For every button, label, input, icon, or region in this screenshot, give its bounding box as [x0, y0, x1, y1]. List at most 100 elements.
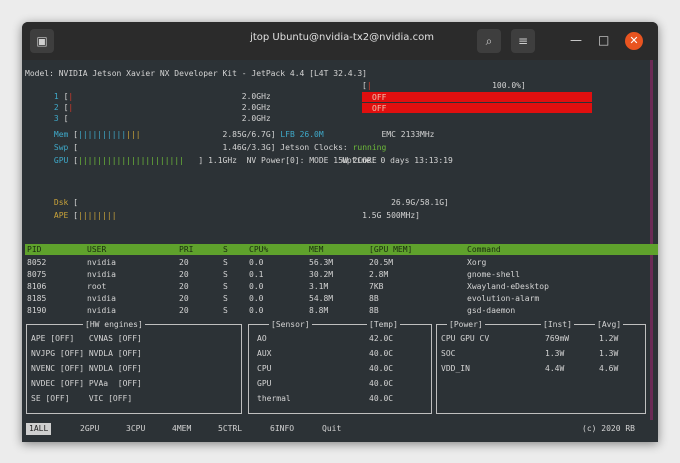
title-bar: ▣ jtop Ubuntu@nvidia-tx2@nvidia.com ⌕ ≡ …	[22, 22, 658, 60]
cell-s: S	[223, 282, 228, 291]
cell-gpu-mem: 7KB	[369, 282, 384, 291]
gpu-row: GPU [|||||||||||||||||||||| ] 1.1GHz NV …	[53, 156, 377, 165]
engine-name: NVENC	[31, 364, 56, 373]
cell-cpu: 0.0	[249, 258, 264, 267]
sensor-temp: 42.0C	[369, 334, 394, 343]
tab-ctrl[interactable]: 5CTRL	[218, 423, 242, 435]
tab-gpu[interactable]: 2GPU	[80, 423, 99, 435]
cell-pid: 8052	[27, 258, 47, 267]
mem-row: Mem [||||||||||||| 2.85G/6.7G] LFB 26.0M…	[53, 130, 435, 139]
cell-mem: 30.2M	[309, 270, 334, 279]
sensor-title: [Sensor]	[269, 319, 312, 330]
cell-pid: 8190	[27, 306, 47, 315]
sensor-name: CPU	[257, 364, 272, 373]
engine-name: NVDEC	[31, 379, 56, 388]
cell-gpu-mem: 20.5M	[369, 258, 394, 267]
engine-state: [OFF]	[59, 364, 85, 373]
sensor-temp: 40.0C	[369, 394, 394, 403]
tab-all[interactable]: 1ALL	[26, 423, 52, 435]
menu-icon[interactable]: ≡	[511, 29, 535, 53]
cell-s: S	[223, 270, 228, 279]
tab-info[interactable]: 6INFO	[270, 423, 294, 435]
close-icon[interactable]: ✕	[625, 32, 643, 50]
cell-cpu: 0.0	[249, 306, 264, 315]
cell-pri: 20	[179, 306, 189, 315]
engine-name: NVJPG	[31, 349, 56, 358]
col-cpu[interactable]: CPU%	[249, 244, 268, 255]
table-row[interactable]: 8190 nvidia 20 S 0.0 8.8M 8B gsd-daemon	[25, 305, 645, 316]
col-s[interactable]: S	[223, 244, 228, 255]
engine-name: PVAa	[88, 379, 109, 388]
sensor-name: thermal	[257, 394, 291, 403]
cell-mem: 54.8M	[309, 294, 334, 303]
engine-state: [OFF]	[117, 364, 142, 373]
cell-gpu-mem: 8B	[369, 306, 379, 315]
cell-cpu: 0.0	[249, 282, 264, 291]
window-title: jtop Ubuntu@nvidia-tx2@nvidia.com	[250, 32, 434, 43]
engine-name: CVNAS	[88, 334, 113, 343]
col-command[interactable]: Command	[467, 244, 501, 255]
sensor-panel: [Sensor] [Temp] AO 42.0C AUX 40.0C CPU 4…	[248, 319, 432, 414]
uptime: Uptime: 0 days 13:13:19	[342, 156, 453, 165]
avg-title: [Avg]	[595, 319, 624, 330]
search-icon[interactable]: ⌕	[477, 29, 501, 53]
power-inst: 1.3W	[545, 349, 565, 358]
gpu-freq: 1.1GHz	[208, 156, 237, 165]
table-row[interactable]: 8185 nvidia 20 S 0.0 54.8M 8B evolution-…	[25, 293, 645, 304]
cell-command: gnome-shell	[467, 270, 520, 279]
power-rail-name: CPU GPU CV	[441, 334, 490, 343]
cell-user: nvidia	[87, 294, 116, 303]
tab-quit[interactable]: Quit	[322, 423, 341, 435]
engine-state: [OFF]	[117, 334, 142, 343]
minimize-icon[interactable]: —	[570, 33, 582, 47]
engine-name: NVDLA	[88, 349, 113, 358]
engine-name: APE	[31, 334, 46, 343]
sensor-name: AO	[257, 334, 267, 343]
power-title: [Power]	[447, 319, 485, 330]
col-user[interactable]: USER	[87, 244, 106, 255]
engine-name: SE	[31, 394, 41, 403]
col-gpu-mem[interactable]: [GPU MEM]	[369, 244, 412, 255]
maximize-icon[interactable]: □	[598, 33, 609, 47]
sensor-temp: 40.0C	[369, 349, 394, 358]
cell-s: S	[223, 294, 228, 303]
cpu-bar-right-3: OFF	[362, 103, 592, 113]
terminal-icon[interactable]: ▣	[30, 29, 54, 53]
cpu-row-1: 1 [| 2.0GHz	[53, 92, 271, 101]
hw-engines-title: [HW engines]	[83, 319, 145, 330]
inst-title: [Inst]	[541, 319, 574, 330]
ape-label: APE	[53, 211, 69, 220]
engine-name: VIC	[88, 394, 104, 403]
power-inst: 4.4W	[545, 364, 565, 373]
cpu-bar-right-2: OFF	[362, 92, 592, 102]
cell-user: nvidia	[87, 258, 116, 267]
sensor-name: GPU	[257, 379, 272, 388]
cell-s: S	[223, 306, 228, 315]
cell-mem: 56.3M	[309, 258, 334, 267]
cell-user: nvidia	[87, 306, 116, 315]
tab-mem[interactable]: 4MEM	[172, 423, 191, 435]
power-avg: 4.6W	[599, 364, 619, 373]
cell-pid: 8075	[27, 270, 47, 279]
cell-mem: 8.8M	[309, 306, 329, 315]
col-pri[interactable]: PRI	[179, 244, 193, 255]
engine-state: [OFF]	[117, 349, 142, 358]
power-avg: 1.2W	[599, 334, 619, 343]
cell-command: Xwayland-eDesktop	[467, 282, 549, 291]
bottom-tab-bar: 1ALL 2GPU 3CPU 4MEM 5CTRL 6INFO Quit (c)…	[22, 423, 658, 435]
terminal-window: ▣ jtop Ubuntu@nvidia-tx2@nvidia.com ⌕ ≡ …	[22, 22, 658, 442]
table-row[interactable]: 8052 nvidia 20 S 0.0 56.3M 20.5M Xorg	[25, 257, 645, 268]
col-pid[interactable]: PID	[27, 244, 41, 255]
cell-cpu: 0.0	[249, 294, 264, 303]
col-mem[interactable]: MEM	[309, 244, 323, 255]
cell-pri: 20	[179, 294, 189, 303]
tab-cpu[interactable]: 3CPU	[126, 423, 145, 435]
cpu-bar-right-1: [| 100.0%]	[362, 81, 526, 90]
sensor-name: AUX	[257, 349, 272, 358]
cell-gpu-mem: 8B	[369, 294, 379, 303]
process-table-header: PID USER PRI S CPU% MEM [GPU MEM] Comman…	[25, 244, 658, 255]
table-row[interactable]: 8106 root 20 S 0.0 3.1M 7KB Xwayland-eDe…	[25, 281, 645, 292]
table-row[interactable]: 8075 nvidia 20 S 0.1 30.2M 2.8M gnome-sh…	[25, 269, 645, 280]
cell-pid: 8185	[27, 294, 47, 303]
scrollbar[interactable]	[650, 60, 653, 420]
